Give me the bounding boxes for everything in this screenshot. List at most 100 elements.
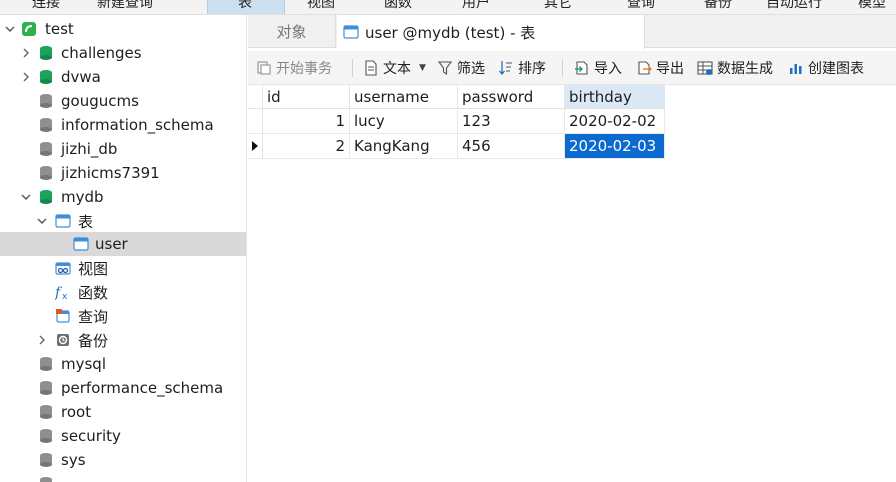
toolbar-user-button[interactable]: 用户 xyxy=(462,0,490,12)
filter-button[interactable]: 筛选 xyxy=(437,51,485,85)
column-header-id[interactable]: id xyxy=(263,85,350,109)
table-cell[interactable]: 123 xyxy=(458,109,565,134)
sidebar-item-backups[interactable]: 备份 xyxy=(0,328,246,352)
tab-label: user @mydb (test) - 表 xyxy=(365,23,536,42)
sidebar-item-mysql[interactable]: mysql xyxy=(0,352,246,376)
text-view-button[interactable]: 文本 ▼ xyxy=(363,51,426,85)
chevron-down-icon[interactable] xyxy=(36,215,48,227)
sidebar-item-queries[interactable]: 查询 xyxy=(0,304,246,328)
row-header-corner xyxy=(248,85,263,109)
column-header-username[interactable]: username xyxy=(350,85,458,109)
sidebar-item-gougucms[interactable]: gougucms xyxy=(0,89,246,113)
toolbar-model-button[interactable]: 模型 xyxy=(858,0,886,12)
table-cell[interactable]: lucy xyxy=(350,109,458,134)
toolbar-backup-button[interactable]: 备份 xyxy=(704,0,732,12)
toolbar-new-query-button[interactable]: 新建查询 xyxy=(97,0,153,12)
table-cell[interactable]: 456 xyxy=(458,134,565,159)
toolbar-automation-button[interactable]: 自动运行 xyxy=(766,0,822,12)
sidebar-item-label: 表 xyxy=(78,212,94,231)
view-icon xyxy=(55,260,71,276)
column-label: birthday xyxy=(569,87,632,106)
filter-label: 筛选 xyxy=(457,61,485,77)
data-generation-icon xyxy=(697,60,713,76)
table-cell[interactable]: KangKang xyxy=(350,134,458,159)
table-cell[interactable]: 2020-02-02 xyxy=(565,109,665,134)
query-icon xyxy=(55,308,71,324)
column-header-birthday[interactable]: birthday xyxy=(565,85,665,109)
chevron-down-icon[interactable] xyxy=(4,23,16,35)
current-row-marker[interactable] xyxy=(248,134,263,159)
sidebar-item-information-schema[interactable]: information_schema xyxy=(0,113,246,137)
table-cell[interactable]: 2 xyxy=(263,134,350,159)
text-view-label: 文本 xyxy=(383,61,411,77)
main-panel: 对象 user @mydb (test) - 表 开始事务 文本 ▼ 筛选 排序… xyxy=(248,15,896,482)
data-generation-label: 数据生成 xyxy=(717,61,773,77)
create-chart-label: 创建图表 xyxy=(808,61,864,77)
sidebar-item-test[interactable]: test xyxy=(0,17,246,41)
sidebar-item-label: 查询 xyxy=(78,307,109,326)
sidebar-item-mydb[interactable]: mydb xyxy=(0,185,246,209)
data-generation-button[interactable]: 数据生成 xyxy=(697,51,773,85)
sidebar-item-challenges[interactable]: challenges xyxy=(0,41,246,65)
sidebar-item-views[interactable]: 视图 xyxy=(0,256,246,280)
import-button[interactable]: 导入 xyxy=(574,51,622,85)
backup-icon xyxy=(55,332,71,348)
database-icon xyxy=(38,404,54,420)
sidebar-item-root[interactable]: root xyxy=(0,400,246,424)
begin-transaction-button[interactable]: 开始事务 xyxy=(256,51,332,85)
sidebar-item-dvwa[interactable]: dvwa xyxy=(0,65,246,89)
sidebar-item-performance-schema[interactable]: performance_schema xyxy=(0,376,246,400)
toolbar-connect-button[interactable]: 连接 xyxy=(32,0,60,12)
sidebar-item-user[interactable]: user xyxy=(0,232,246,256)
filter-icon xyxy=(437,60,453,76)
sidebar-item-jizhi-db[interactable]: jizhi_db xyxy=(0,137,246,161)
sidebar-item-label: user xyxy=(95,235,128,253)
table-icon xyxy=(343,24,359,40)
import-label: 导入 xyxy=(594,61,622,77)
sidebar-item-label: performance_schema xyxy=(61,379,224,397)
sidebar-item-security[interactable]: security xyxy=(0,424,246,448)
toolbar-divider xyxy=(562,59,563,77)
tab-user-table[interactable]: user @mydb (test) - 表 xyxy=(337,15,645,49)
create-chart-button[interactable]: 创建图表 xyxy=(788,51,864,85)
function-icon: fx xyxy=(54,284,71,302)
column-header-password[interactable]: password xyxy=(458,85,565,109)
tab-label: 对象 xyxy=(276,23,307,41)
table-icon xyxy=(73,236,89,252)
sidebar-item-sys[interactable]: sys xyxy=(0,448,246,472)
sidebar-item-partial[interactable] xyxy=(0,472,246,482)
tables-icon xyxy=(55,213,71,229)
table-cell[interactable]: 1 xyxy=(263,109,350,134)
sidebar-item-tables[interactable]: 表 xyxy=(0,209,246,233)
database-icon xyxy=(38,117,54,133)
database-icon xyxy=(38,165,54,181)
svg-text:x: x xyxy=(62,292,68,300)
connection-icon xyxy=(21,21,37,37)
sidebar-item-label: security xyxy=(61,427,121,445)
database-icon xyxy=(38,428,54,444)
sidebar-item-functions[interactable]: fx 函数 xyxy=(0,280,246,304)
chevron-right-icon[interactable] xyxy=(20,47,32,59)
main-toolbar: 连接 新建查询 表 视图 函数 用户 其它 查询 备份 自动运行 模型 xyxy=(0,0,896,15)
database-open-icon xyxy=(38,45,54,61)
database-open-icon xyxy=(38,189,54,205)
toolbar-other-button[interactable]: 其它 xyxy=(544,0,572,12)
chart-icon xyxy=(788,60,804,76)
database-icon xyxy=(38,356,54,372)
toolbar-function-button[interactable]: 函数 xyxy=(384,0,412,12)
document-icon xyxy=(363,60,379,76)
toolbar-table-button[interactable]: 表 xyxy=(238,0,252,12)
sidebar-item-label: sys xyxy=(61,451,86,469)
tab-objects[interactable]: 对象 xyxy=(248,15,336,48)
toolbar-query-button[interactable]: 查询 xyxy=(627,0,655,12)
chevron-right-icon[interactable] xyxy=(20,71,32,83)
chevron-right-icon[interactable] xyxy=(36,334,48,346)
selected-table-cell[interactable]: 2020-02-03 xyxy=(565,134,665,159)
sort-button[interactable]: 排序 xyxy=(498,51,546,85)
export-button[interactable]: 导出 xyxy=(636,51,684,85)
sidebar-item-jizhicms7391[interactable]: jizhicms7391 xyxy=(0,161,246,185)
chevron-down-icon[interactable] xyxy=(20,191,32,203)
database-open-icon xyxy=(38,69,54,85)
toolbar-view-button[interactable]: 视图 xyxy=(307,0,335,12)
row-marker[interactable] xyxy=(248,109,263,134)
